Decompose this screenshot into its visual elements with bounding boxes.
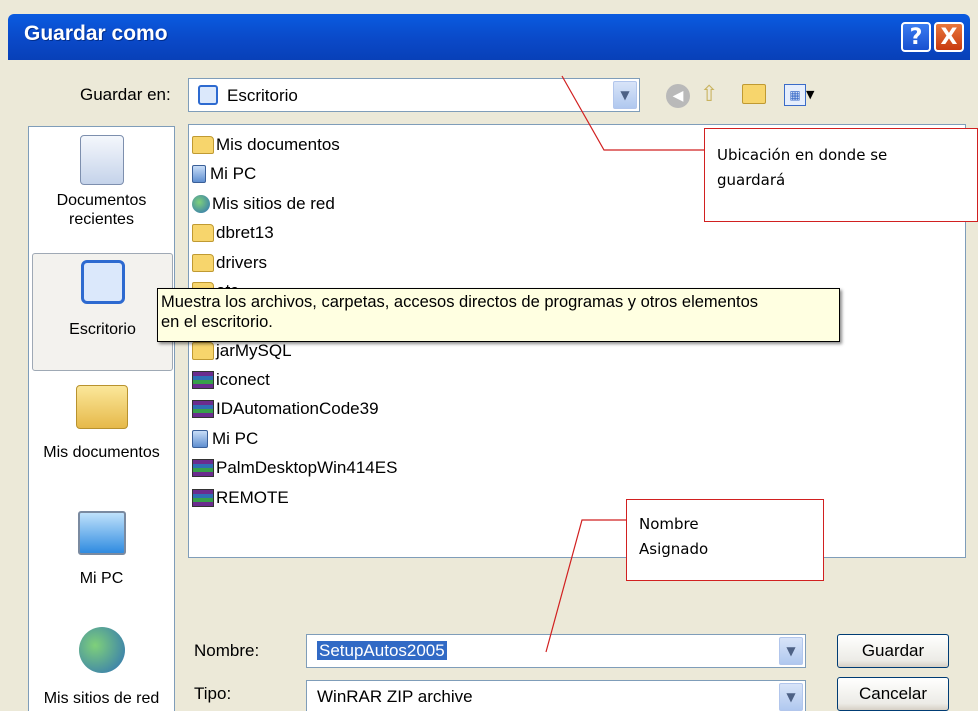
my-computer-icon xyxy=(77,511,126,555)
desktop-small-icon xyxy=(198,85,218,105)
recent-documents-icon xyxy=(79,135,124,185)
window-title: Guardar como xyxy=(24,22,168,45)
my-documents-icon xyxy=(75,385,128,429)
list-item[interactable]: Mi PC xyxy=(192,162,256,186)
place-label: Mi PC xyxy=(79,570,124,587)
list-item[interactable]: dbret13 xyxy=(192,221,274,245)
list-item[interactable]: Mis documentos xyxy=(192,133,340,157)
back-icon[interactable]: ◀ xyxy=(666,84,690,108)
place-label: Mis sitios de red xyxy=(43,690,160,707)
filename-label: Nombre: xyxy=(194,641,260,660)
views-dropdown-arrow-icon[interactable]: ▼ xyxy=(806,88,814,101)
folder-icon xyxy=(192,224,214,242)
winrar-archive-icon xyxy=(192,459,214,477)
shortcut-computer-icon xyxy=(192,430,208,448)
network-places-icon xyxy=(78,627,125,673)
place-label: Escritorio xyxy=(69,321,136,338)
location-label: Guardar en: xyxy=(80,85,171,104)
list-item[interactable]: Mi PC xyxy=(192,427,258,451)
help-button[interactable]: ? xyxy=(901,22,931,52)
list-item[interactable]: PalmDesktopWin414ES xyxy=(192,456,397,480)
place-label: Mis documentos xyxy=(43,444,160,461)
annotation-line-2: Asignado xyxy=(639,540,709,558)
save-button[interactable]: Guardar xyxy=(837,634,949,668)
place-network[interactable]: Mis sitios de red xyxy=(29,627,174,708)
close-button[interactable]: X xyxy=(934,22,964,52)
cancel-button[interactable]: Cancelar xyxy=(837,677,949,711)
place-label: Documentos recientes xyxy=(56,192,147,228)
list-item[interactable]: jarMySQL xyxy=(192,339,292,363)
places-bar: Documentos recientes Escritorio Mis docu… xyxy=(28,126,175,711)
winrar-archive-icon xyxy=(192,400,214,418)
desktop-icon xyxy=(80,260,125,304)
filename-input[interactable]: SetupAutos2005 ▼ xyxy=(306,634,806,668)
title-bar: Guardar como ? X xyxy=(8,14,970,60)
views-menu-icon[interactable]: ▦ xyxy=(784,84,806,106)
tooltip-line-1: Muestra los archivos, carpetas, accesos … xyxy=(161,293,759,311)
place-my-documents[interactable]: Mis documentos xyxy=(29,385,174,462)
name-annotation: Nombre Asignado xyxy=(626,499,824,581)
chevron-down-icon[interactable]: ▼ xyxy=(779,683,803,711)
annotation-line-1: Ubicación en donde se xyxy=(717,146,888,164)
folder-icon xyxy=(192,254,214,272)
filename-value: SetupAutos2005 xyxy=(317,641,447,660)
folder-icon xyxy=(192,136,214,154)
up-folder-icon[interactable]: ⇧ xyxy=(700,82,718,107)
computer-icon xyxy=(192,165,206,183)
folder-icon xyxy=(192,342,214,360)
place-my-computer[interactable]: Mi PC xyxy=(29,511,174,588)
tooltip-line-2: en el escritorio. xyxy=(161,313,273,331)
network-icon xyxy=(192,195,210,213)
location-dropdown[interactable]: Escritorio ▼ xyxy=(188,78,640,112)
list-item[interactable]: Mis sitios de red xyxy=(192,192,335,216)
chevron-down-icon[interactable]: ▼ xyxy=(613,81,637,109)
list-item[interactable]: REMOTE xyxy=(192,486,289,510)
list-item[interactable]: IDAutomationCode39 xyxy=(192,397,379,421)
list-item[interactable]: drivers xyxy=(192,251,267,275)
annotation-line-2: guardará xyxy=(717,171,786,189)
winrar-archive-icon xyxy=(192,371,214,389)
location-annotation: Ubicación en donde se guardará xyxy=(704,128,978,222)
place-recent-documents[interactable]: Documentos recientes xyxy=(29,135,174,229)
filetype-value: WinRAR ZIP archive xyxy=(317,687,473,706)
chevron-down-icon[interactable]: ▼ xyxy=(779,637,803,665)
winrar-archive-icon xyxy=(192,489,214,507)
desktop-tooltip: Muestra los archivos, carpetas, accesos … xyxy=(157,288,840,342)
filetype-dropdown[interactable]: WinRAR ZIP archive ▼ xyxy=(306,680,806,711)
new-folder-icon[interactable] xyxy=(742,84,766,104)
list-item[interactable]: iconect xyxy=(192,368,270,392)
place-desktop[interactable]: Escritorio xyxy=(32,253,173,371)
annotation-line-1: Nombre xyxy=(639,515,699,533)
location-value: Escritorio xyxy=(227,86,298,105)
filetype-label: Tipo: xyxy=(194,684,232,703)
